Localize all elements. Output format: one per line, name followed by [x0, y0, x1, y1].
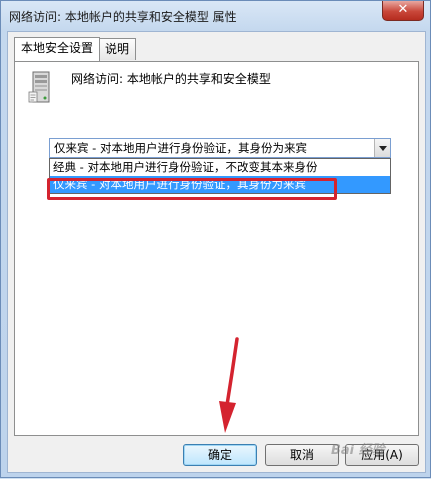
annotation-highlight-box: [47, 178, 337, 200]
close-button[interactable]: ✕: [382, 1, 424, 21]
policy-title: 网络访问: 本地帐户的共享和安全模型: [71, 72, 271, 86]
tab-local-security-setting[interactable]: 本地安全设置: [14, 37, 101, 61]
chevron-down-icon[interactable]: [374, 139, 390, 157]
tab-panel: 网络访问: 本地帐户的共享和安全模型 仅来宾 - 对本地用户进行身份验证，其身份…: [14, 61, 419, 436]
policy-value-select[interactable]: 仅来宾 - 对本地用户进行身份验证，其身份为来宾: [49, 138, 391, 158]
ok-button[interactable]: 确定: [183, 444, 257, 466]
server-icon: [28, 71, 50, 103]
option-classic[interactable]: 经典 - 对本地用户进行身份验证，不改变其本来身份: [50, 159, 390, 176]
window-title: 网络访问: 本地帐户的共享和安全模型 属性: [9, 10, 237, 24]
cancel-button[interactable]: 取消: [265, 444, 339, 466]
dialog-client-area: 本地安全设置 说明 网络访问: 本地帐户的共享和安全模型 仅来宾 - 对本地用户…: [7, 31, 426, 473]
properties-dialog: 网络访问: 本地帐户的共享和安全模型 属性 ✕ 本地安全设置 说明 网络访问: …: [0, 0, 431, 478]
title-bar[interactable]: 网络访问: 本地帐户的共享和安全模型 属性 ✕: [1, 1, 430, 31]
tab-explain[interactable]: 说明: [98, 38, 137, 60]
select-value: 仅来宾 - 对本地用户进行身份验证，其身份为来宾: [54, 141, 307, 155]
watermark-logo: Bai 经验: [331, 443, 385, 458]
